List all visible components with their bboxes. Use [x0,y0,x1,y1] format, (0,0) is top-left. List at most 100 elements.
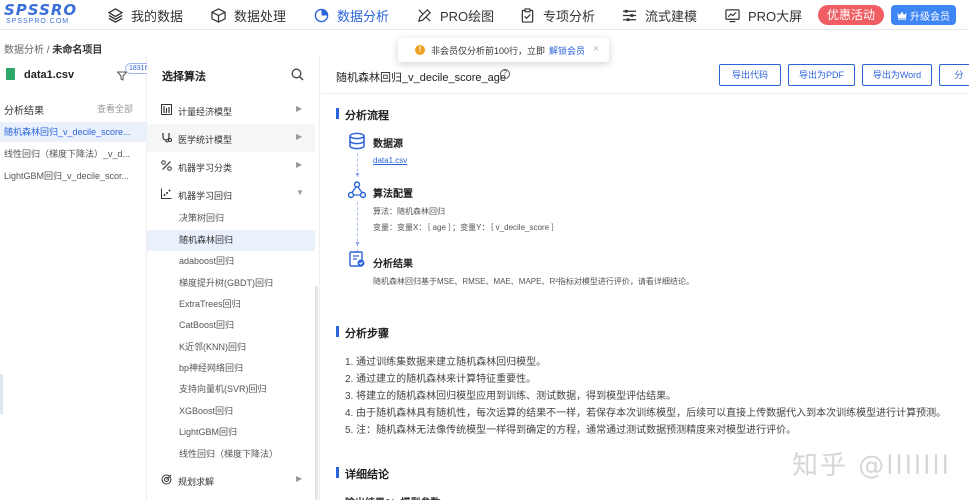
arrow-down-icon: ▼ [354,241,361,248]
export-code-button[interactable]: 导出代码 [719,64,781,86]
crown-icon [897,11,907,20]
flow-result-text: 随机森林回归基于MSE、RMSE、MAE、MAPE、R²指标对模型进行评价，请看… [373,277,694,286]
nav-data-processing[interactable]: 数据处理 [211,0,286,30]
nav-label: 数据处理 [234,8,287,24]
breadcrumb-parent[interactable]: 数据分析 [4,45,44,56]
export-word-button[interactable]: 导出为Word [862,64,932,86]
view-all-link[interactable]: 查看全部 [97,102,133,115]
algorithm-scrollbar[interactable] [315,286,318,500]
warning-icon: ! [415,45,425,55]
close-icon[interactable]: × [593,43,599,55]
nav-label: 数据分析 [337,8,390,24]
chevron-right-icon: ▶ [296,104,303,113]
results-header: 分析结果 查看全部 [0,100,147,117]
help-icon[interactable]: ? [500,69,510,79]
breadcrumb: 数据分析 / 未命名项目 [4,41,102,56]
steps-section-title: 分析步骤 [336,325,389,341]
sliders-icon [622,9,637,21]
membership-toast: ! 非会员仅分析前100行，立即 解锁会员 × [398,38,609,62]
chevron-right-icon: ▶ [296,160,303,169]
pen-icon [418,8,431,22]
step-item: 3. 将建立的随机森林回归模型应用到训练、测试数据，得到模型评估结果。 [345,391,677,402]
promo-button[interactable]: 优惠活动 [818,5,884,25]
category-label: 规划求解 [178,477,215,487]
results-panel: data1.csv 18316 分析结果 查看全部 随机森林回归_v_decil… [0,56,153,500]
algorithm-item[interactable]: 决策树回归 [147,208,315,229]
nav-data-analysis[interactable]: 数据分析 [314,0,389,30]
analysis-title: 随机森林回归_v_decile_score_age [336,72,506,84]
algorithm-panel-title: 选择算法 [162,71,206,83]
category-label: 机器学习回归 [178,191,233,201]
chevron-down-icon: ▼ [296,188,304,197]
spreadsheet-file-icon [6,68,15,80]
category-label: 计量经济模型 [178,107,233,117]
brand-domain: SPSSPRO.COM [6,18,70,25]
algorithm-item[interactable]: bp神经网络回归 [147,358,315,379]
nav-pro-dashboard[interactable]: PRO大屏 [725,0,802,30]
output-result-heading: 输出结果1：模型参数 [345,494,441,500]
step-item: 2. 通过建立的随机森林来计算特征重要性。 [345,374,537,385]
category-econometric[interactable]: 计量经济模型 ▶ [147,96,315,124]
algorithm-item[interactable]: LightGBM回归 [147,422,315,443]
algorithm-item[interactable]: XGBoost回归 [147,401,315,422]
data-file-row[interactable]: data1.csv 18316 [0,62,153,86]
nav-label: 流式建模 [645,8,698,24]
algorithm-item[interactable]: 支持向量机(SVR)回归 [147,379,315,400]
result-item[interactable]: 线性回归（梯度下降法）_v_d... [0,144,147,164]
result-doc-icon [349,251,365,267]
analysis-main: 随机森林回归_v_decile_score_age ? 导出代码 导出为PDF … [321,56,969,500]
percent-icon [161,160,172,171]
category-ml-regression[interactable]: 机器学习回归 ▼ [147,180,315,208]
watermark-text: 知乎 @lllllll [792,451,951,481]
algorithm-item[interactable]: K近邻(KNN)回归 [147,337,315,358]
step-item: 5. 注：随机森林无法像传统模型一样得到确定的方程，通常通过测试数据预测精度来对… [345,425,797,436]
breadcrumb-separator: / [46,45,50,56]
nav-label: 专项分析 [543,8,596,24]
upgrade-vip-button[interactable]: 升级会员 [891,5,956,25]
nav-my-data[interactable]: 我的数据 [108,0,183,30]
algorithm-item[interactable]: 线性回归（梯度下降法） [147,444,315,465]
export-pdf-button[interactable]: 导出为PDF [788,64,855,86]
brand-name: SPSSRO [4,1,78,19]
algorithm-item[interactable]: ExtraTrees回归 [147,294,315,315]
layers-icon [108,7,123,23]
share-button[interactable]: 分 [939,64,969,86]
breadcrumb-current: 未命名项目 [52,45,103,56]
monitor-chart-icon [725,8,740,22]
toast-message: 非会员仅分析前100行，立即 [431,45,546,56]
nav-label: 我的数据 [131,8,184,24]
category-ml-classification[interactable]: 机器学习分类 ▶ [147,152,315,180]
algorithm-item[interactable]: CatBoost回归 [147,315,315,336]
pie-chart-icon [314,8,329,22]
nav-pro-plot[interactable]: PRO绘图 [417,0,494,30]
panel-resize-handle[interactable] [0,374,3,414]
clipboard-icon [521,7,534,23]
chevron-right-icon: ▶ [296,474,303,483]
chevron-right-icon: ▶ [296,132,303,141]
nav-special-analysis[interactable]: 专项分析 [520,0,595,30]
unlock-member-link[interactable]: 解锁会员 [549,44,585,57]
config-algorithm-text: 算法：随机森林回归 [373,207,445,216]
nav-flow-modeling[interactable]: 流式建模 [622,0,697,30]
scatter-icon [161,188,172,199]
cube-icon [211,7,226,23]
flow-config-heading: 算法配置 [373,189,413,200]
category-medical[interactable]: 医学统计模型 ▶ [147,124,315,152]
result-item[interactable]: 随机森林回归_v_decile_score... [0,122,147,142]
algorithm-item[interactable]: 梯度提升树(GBDT)回归 [147,273,315,294]
flow-section-title: 分析流程 [336,107,389,123]
data-source-link[interactable]: data1.csv [373,156,407,165]
algorithm-item[interactable]: adaboost回归 [147,251,315,272]
flow-source-heading: 数据源 [373,139,403,150]
arrow-down-icon: ▼ [354,172,361,179]
category-optimization[interactable]: 规划求解 ▶ [147,466,315,494]
algorithm-item[interactable]: 随机森林回归 [147,230,315,251]
nav-label: PRO大屏 [748,8,803,24]
search-icon[interactable] [291,68,304,81]
result-item[interactable]: LightGBM回归_v_decile_scor... [0,166,147,186]
filter-icon[interactable] [117,71,127,81]
flow-result-heading: 分析结果 [373,259,413,270]
brand-logo[interactable]: SPSSRO SPSSPRO.COM [4,2,84,28]
nav-label: PRO绘图 [440,8,495,24]
regression-icon [161,104,172,115]
